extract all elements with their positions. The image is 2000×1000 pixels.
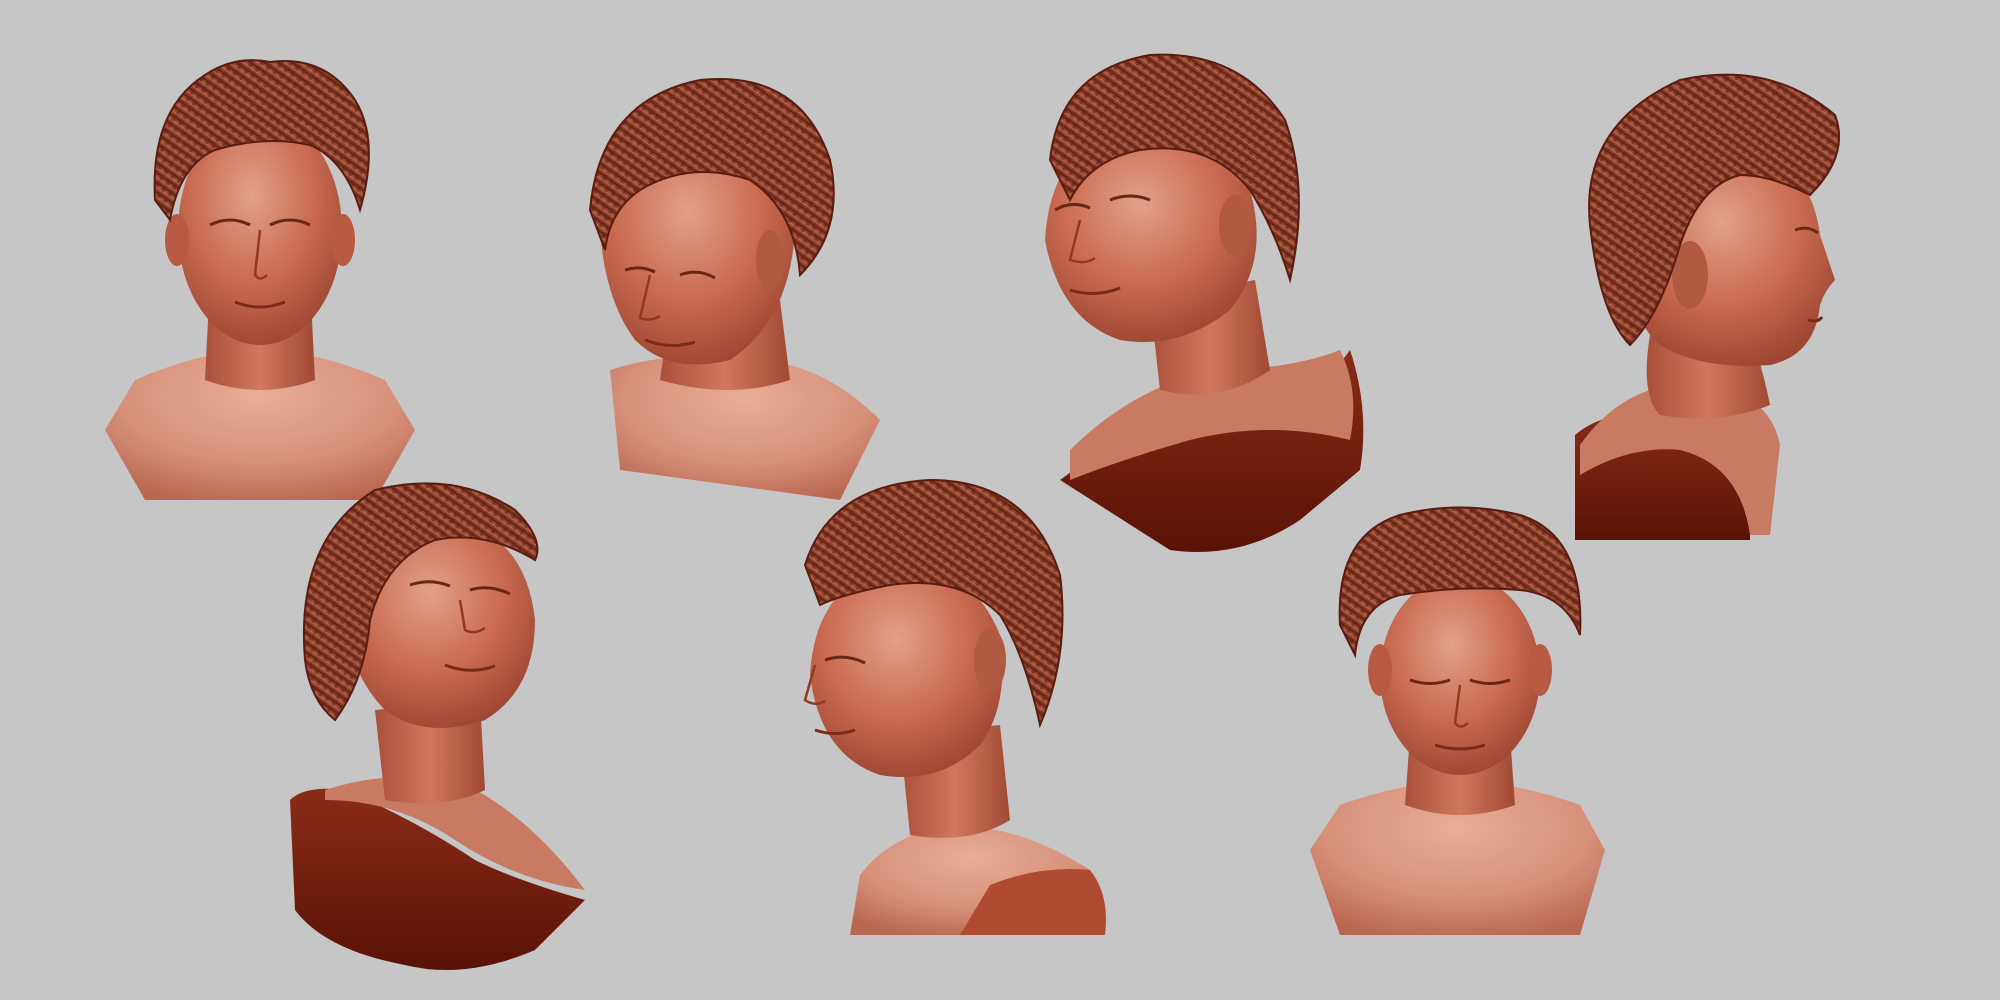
right-ear bbox=[1528, 644, 1552, 696]
left-ear bbox=[1368, 644, 1392, 696]
bust-front-down-view[interactable] bbox=[1300, 505, 1620, 945]
bust-three-quarter-down-view[interactable] bbox=[580, 60, 900, 520]
bust-front-view[interactable] bbox=[95, 50, 425, 510]
bust-low-angle-view[interactable] bbox=[285, 480, 605, 980]
ear bbox=[974, 628, 1006, 692]
ear bbox=[756, 230, 784, 290]
face bbox=[1380, 575, 1540, 775]
bust-left-three-quarter-view[interactable] bbox=[800, 475, 1120, 945]
left-ear bbox=[165, 214, 189, 266]
bust-profile-view[interactable] bbox=[1570, 65, 1870, 545]
sculpt-viewport bbox=[0, 0, 2000, 1000]
right-ear bbox=[331, 214, 355, 266]
ear bbox=[1219, 195, 1251, 255]
